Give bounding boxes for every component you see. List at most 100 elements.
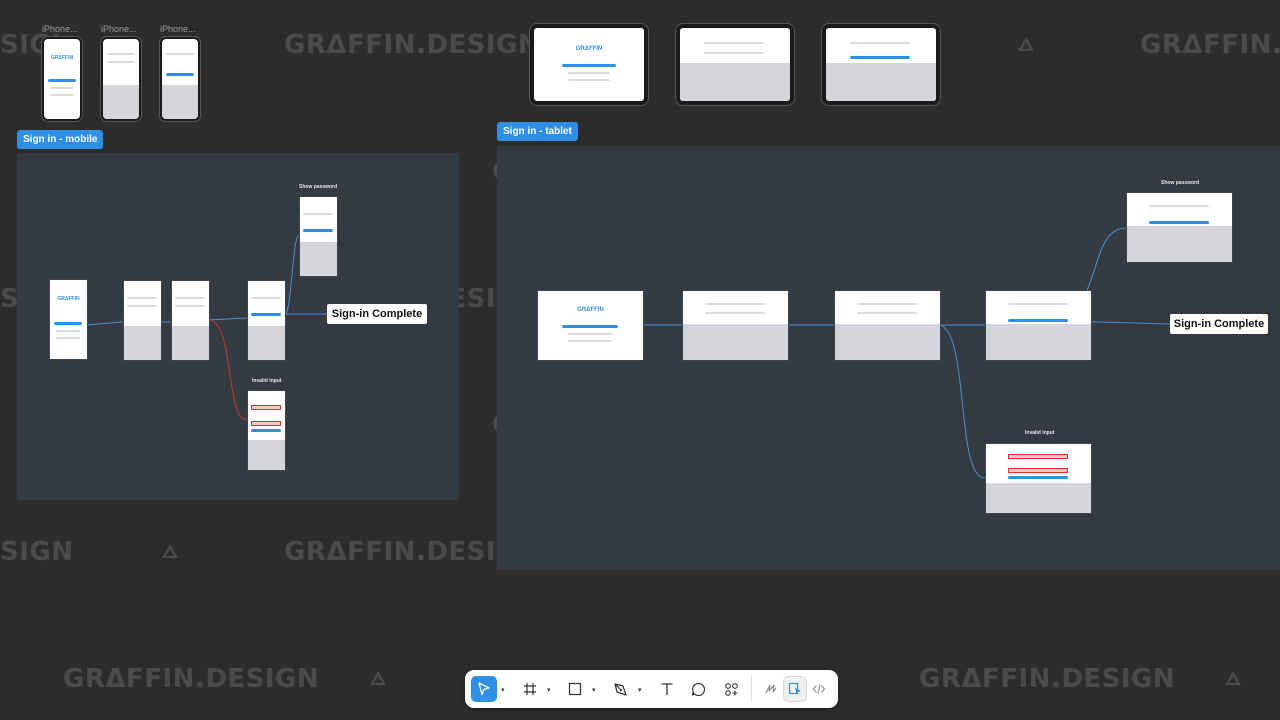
continue-button bbox=[251, 429, 281, 432]
annotation-invalid-input: Invalid input bbox=[252, 378, 282, 384]
keyboard bbox=[986, 483, 1091, 513]
watermark-text: GRΔFFIN.DESIGN bbox=[919, 664, 1176, 694]
watermark-triangle-icon bbox=[162, 544, 178, 558]
mobile-screen-signin[interactable]: GRΔFFIN bbox=[49, 279, 88, 360]
input-line bbox=[857, 303, 917, 305]
bottom-toolbar: ▾ ▾ ▾ ▾ bbox=[465, 670, 838, 708]
keyboard bbox=[683, 324, 788, 360]
continue-button bbox=[251, 313, 281, 316]
continue-button bbox=[1008, 319, 1068, 322]
ipad-frame-password[interactable] bbox=[822, 24, 940, 105]
keyboard bbox=[162, 85, 198, 119]
frame-hash-icon bbox=[524, 683, 536, 695]
input-line bbox=[705, 312, 765, 314]
chevron-down-icon[interactable]: ▾ bbox=[592, 686, 596, 694]
error-message bbox=[251, 421, 281, 426]
mobile-screen-show-password[interactable] bbox=[299, 196, 338, 277]
brand-logo: GRΔFFIN bbox=[575, 46, 603, 52]
mobile-screen-email[interactable] bbox=[123, 280, 162, 361]
chevron-down-icon[interactable]: ▾ bbox=[547, 686, 551, 694]
keyboard bbox=[826, 63, 936, 101]
mobile-screen-invalid-input[interactable] bbox=[247, 390, 286, 471]
components-plus-icon bbox=[724, 682, 738, 696]
frame-tool-button[interactable] bbox=[519, 676, 541, 702]
input-line bbox=[175, 297, 205, 299]
watermark-text: GRΔFFIN.DESIGN bbox=[284, 30, 541, 60]
iphone-frame-password[interactable] bbox=[160, 37, 200, 121]
input-line bbox=[705, 303, 765, 305]
continue-button bbox=[54, 322, 82, 325]
text-line bbox=[56, 330, 80, 332]
frame-label[interactable]: iPhone... bbox=[160, 24, 196, 34]
keyboard bbox=[248, 440, 285, 470]
tablet-sign-in-complete[interactable]: Sign-in Complete bbox=[1170, 314, 1268, 334]
input-line bbox=[704, 52, 764, 54]
chevron-down-icon[interactable]: ▾ bbox=[638, 686, 642, 694]
move-tool-button[interactable] bbox=[471, 676, 497, 702]
continue-button bbox=[562, 64, 616, 67]
section-label-tablet[interactable]: Sign in - tablet bbox=[497, 122, 578, 141]
keyboard bbox=[680, 63, 790, 101]
tablet-screen-signin[interactable]: GRΔFFIN bbox=[537, 290, 644, 361]
iphone-frame-signin[interactable]: GRΔFFIN bbox=[42, 37, 82, 121]
brand-logo: GRΔFFIN bbox=[577, 307, 604, 313]
shape-tool-button[interactable] bbox=[564, 676, 586, 702]
input-line bbox=[850, 42, 910, 44]
ipad-frame-email[interactable] bbox=[676, 24, 794, 105]
mobile-screen-password-filled[interactable] bbox=[247, 280, 286, 361]
watermark-text: SIGN bbox=[0, 537, 74, 567]
error-message bbox=[1008, 468, 1068, 473]
input-line bbox=[1149, 205, 1209, 207]
draw-squiggle-icon bbox=[765, 684, 777, 694]
tablet-screen-invalid-input[interactable] bbox=[985, 443, 1092, 514]
tablet-screen-email[interactable] bbox=[682, 290, 789, 361]
rectangle-icon bbox=[568, 682, 582, 696]
text-line bbox=[568, 72, 610, 74]
error-input bbox=[251, 405, 281, 410]
draw-mode-button[interactable] bbox=[759, 676, 783, 702]
continue-button bbox=[1149, 221, 1209, 224]
frame-label[interactable]: iPhone... bbox=[101, 24, 137, 34]
input-line bbox=[303, 213, 333, 215]
keyboard bbox=[248, 326, 285, 360]
mobile-sign-in-complete[interactable]: Sign-in Complete bbox=[327, 304, 427, 324]
mobile-screen-password[interactable] bbox=[171, 280, 210, 361]
input-line bbox=[166, 53, 194, 55]
actions-tool-button[interactable] bbox=[719, 676, 743, 702]
keyboard bbox=[172, 326, 209, 360]
text-line bbox=[50, 87, 74, 89]
section-label-mobile[interactable]: Sign in - mobile bbox=[17, 130, 104, 149]
watermark-triangle-icon bbox=[370, 671, 386, 685]
watermark-triangle-icon bbox=[1225, 671, 1241, 685]
text-line bbox=[568, 333, 612, 335]
tablet-screen-show-password[interactable] bbox=[1126, 192, 1233, 263]
brand-logo: GRΔFFIN bbox=[57, 296, 80, 302]
toolbar-divider bbox=[751, 676, 752, 702]
pen-tool-button[interactable] bbox=[609, 676, 631, 702]
annotation-show-password: Show password bbox=[299, 184, 338, 190]
dev-mode-button[interactable] bbox=[807, 676, 831, 702]
comment-tool-button[interactable] bbox=[687, 676, 709, 702]
input-line bbox=[127, 305, 157, 307]
keyboard bbox=[124, 326, 161, 360]
pen-nib-icon bbox=[613, 682, 627, 696]
continue-button bbox=[562, 325, 618, 328]
brand-logo: GRΔFFIN bbox=[50, 55, 74, 61]
frame-label[interactable]: iPhone... bbox=[42, 24, 78, 34]
input-line bbox=[175, 305, 205, 307]
continue-button bbox=[850, 56, 910, 59]
chevron-down-icon[interactable]: ▾ bbox=[501, 686, 505, 694]
tablet-screen-password-filled[interactable] bbox=[985, 290, 1092, 361]
error-input bbox=[1008, 454, 1068, 459]
keyboard bbox=[986, 324, 1091, 360]
text-line bbox=[56, 337, 80, 339]
text-tool-button[interactable] bbox=[656, 676, 678, 702]
watermark-text: GRΔFFIN.DE bbox=[1140, 30, 1280, 60]
design-mode-button[interactable] bbox=[783, 676, 807, 702]
text-line bbox=[50, 94, 74, 96]
tablet-screen-password[interactable] bbox=[834, 290, 941, 361]
design-cursor-icon bbox=[788, 682, 801, 695]
ipad-frame-signin[interactable]: GRΔFFIN bbox=[530, 24, 648, 105]
iphone-frame-email[interactable] bbox=[101, 37, 141, 121]
keyboard bbox=[1127, 226, 1232, 262]
